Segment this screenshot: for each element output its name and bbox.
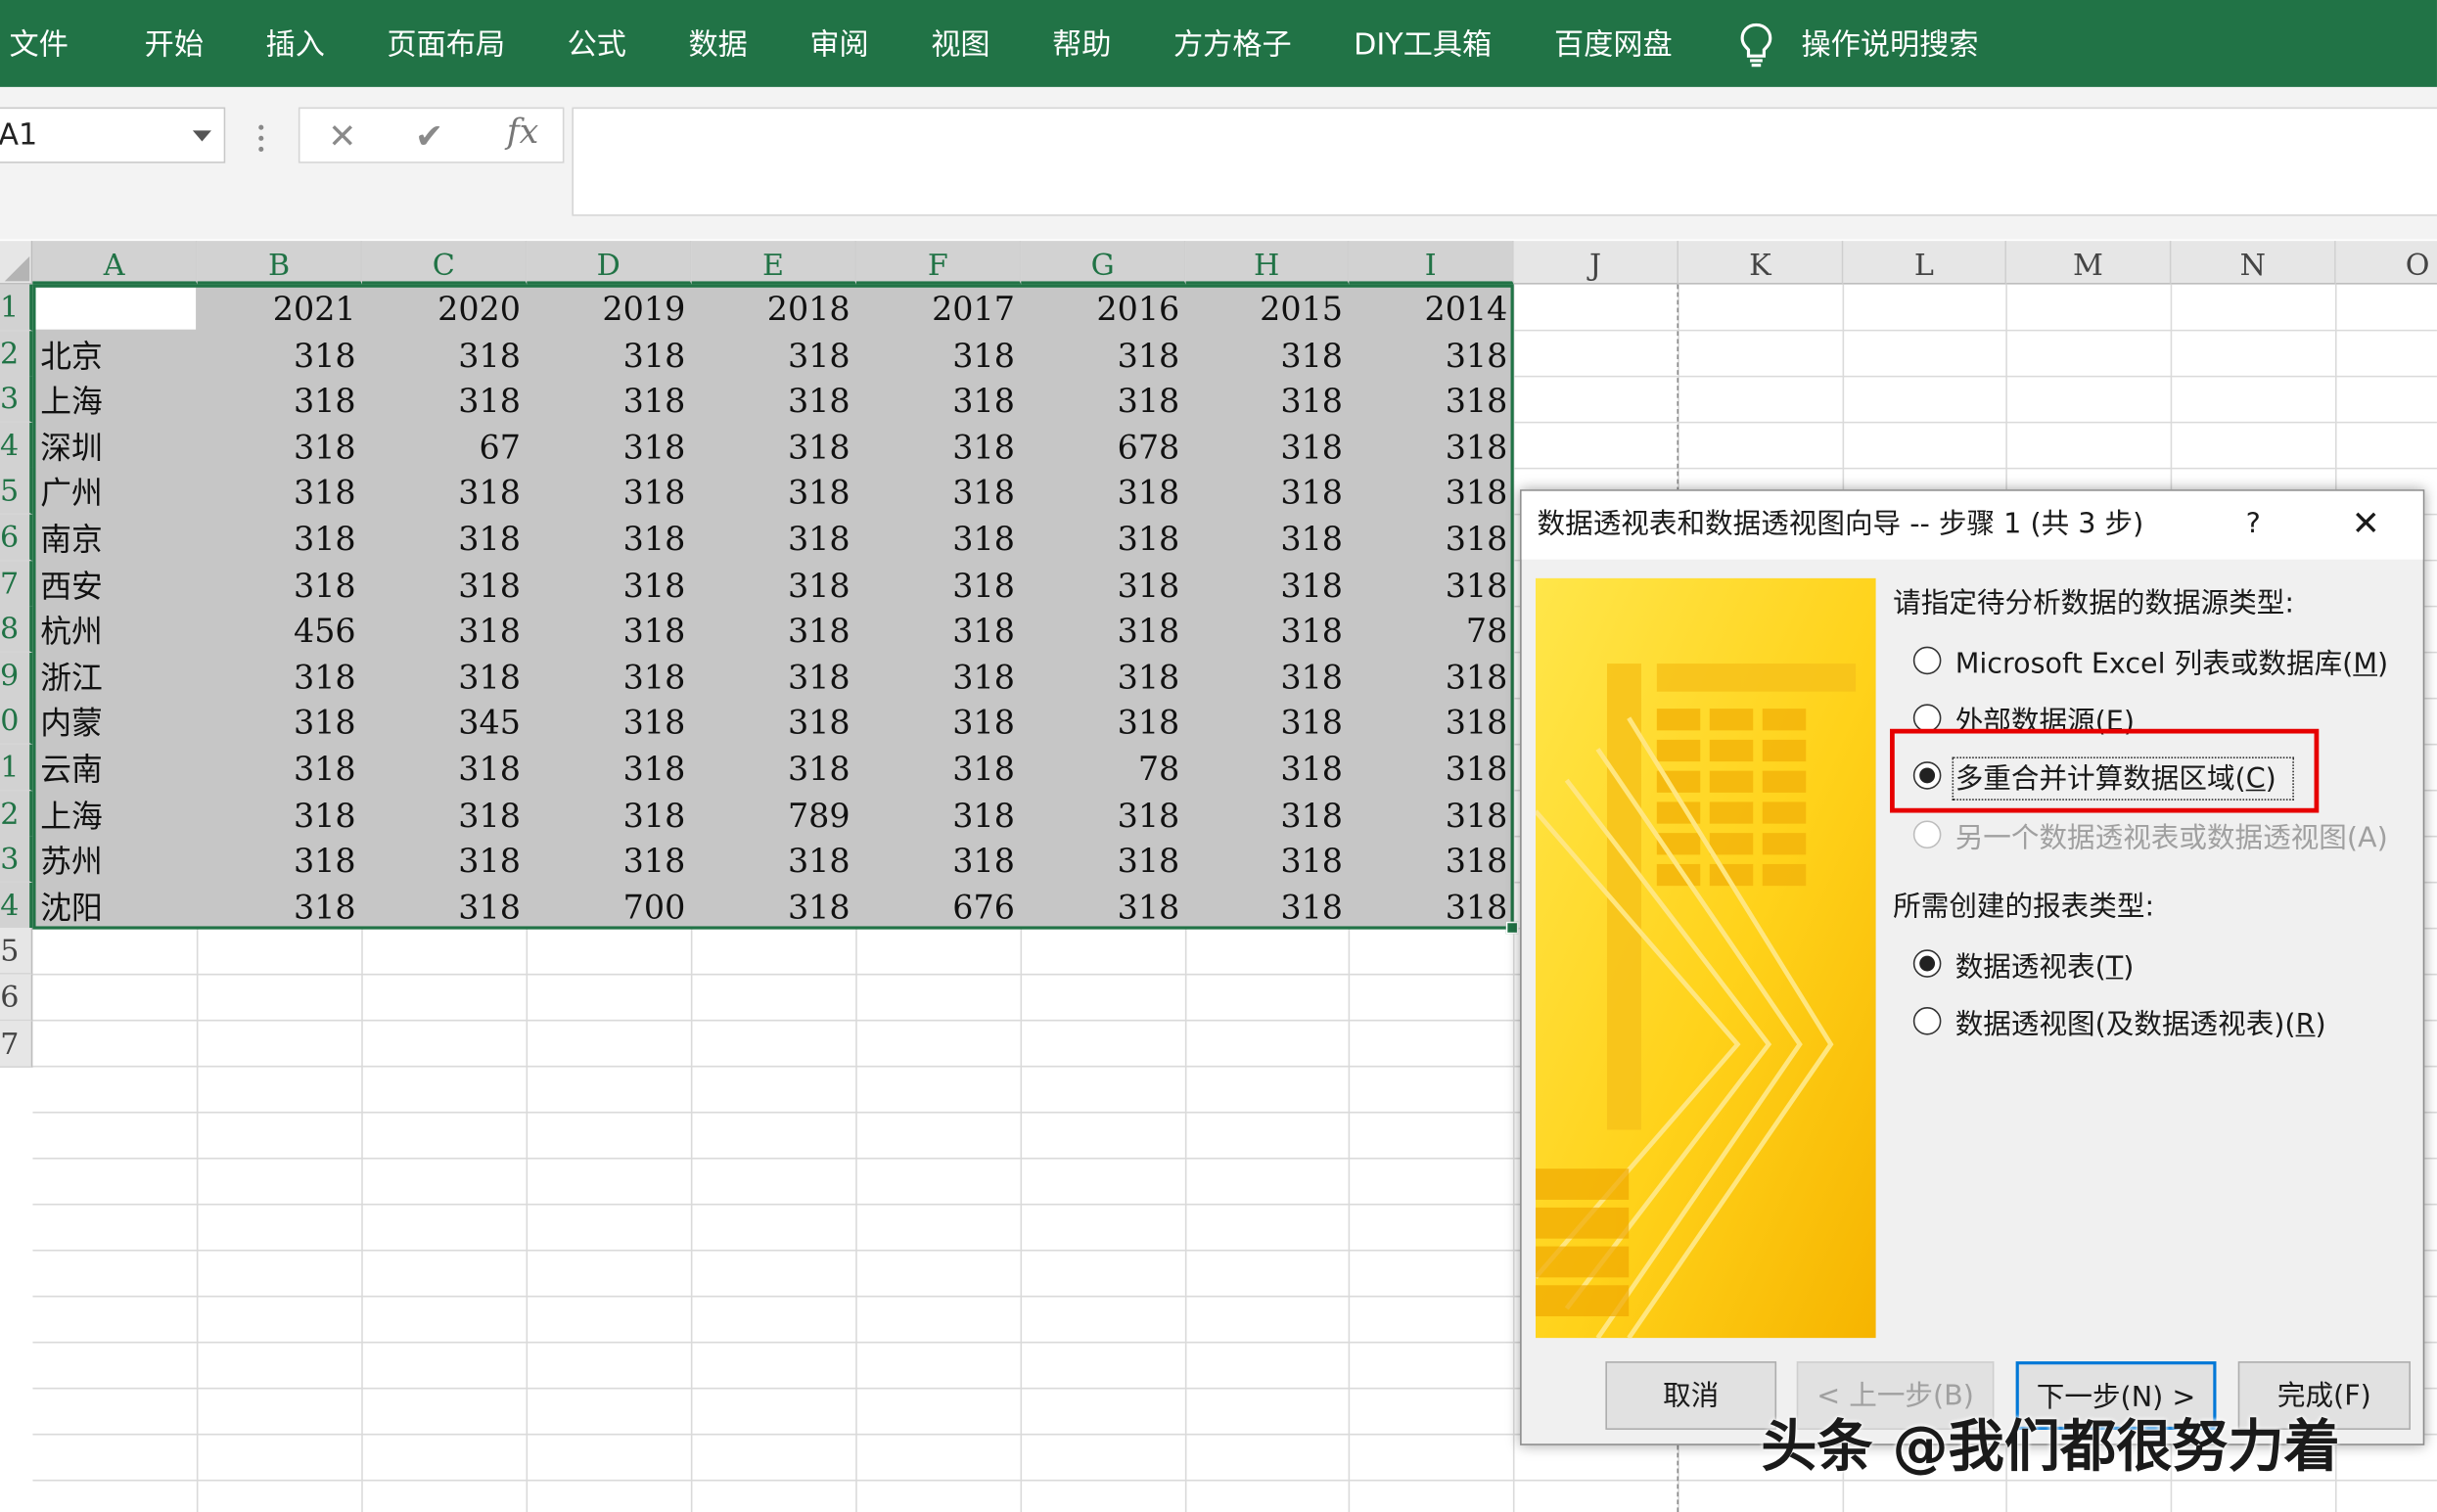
column-header-k[interactable]: K: [1678, 241, 1844, 285]
watermark-text: 头条 @我们都很努力着: [1761, 1415, 2340, 1480]
column-header-f[interactable]: F: [855, 241, 1022, 285]
row-header-7[interactable]: 7: [0, 560, 33, 608]
close-icon[interactable]: ✕: [2352, 491, 2380, 560]
row-header-17[interactable]: 17: [0, 1020, 33, 1068]
name-box-value: A1: [0, 117, 38, 153]
row-header-5[interactable]: 5: [0, 468, 33, 516]
radio-excel-list[interactable]: [1912, 646, 1942, 675]
excel-window: 文件 开始 插入 页面布局 公式 数据 审阅 视图 帮助 方方格子 DIY工具箱…: [0, 0, 2437, 1512]
tab-baidu-netdisk[interactable]: 百度网盘: [1554, 0, 1673, 87]
row-header-15[interactable]: 15: [0, 928, 33, 976]
column-header-m[interactable]: M: [2006, 241, 2172, 285]
cancel-icon[interactable]: ✕: [328, 118, 356, 158]
cancel-button[interactable]: 取消: [1605, 1361, 1777, 1430]
highlight-box: [1890, 728, 2320, 813]
option-pivot-chart-label[interactable]: 数据透视图(及数据透视表)(R): [1955, 1002, 2326, 1042]
option-excel-list-label[interactable]: Microsoft Excel 列表或数据库(M): [1955, 642, 2388, 682]
row-header-2[interactable]: 2: [0, 330, 33, 378]
row-header-12[interactable]: 12: [0, 790, 33, 838]
formula-buttons: ✕ ✔ fx: [298, 107, 565, 163]
enter-check-icon[interactable]: ✔: [415, 118, 443, 158]
column-header-d[interactable]: D: [527, 241, 692, 285]
column-header-c[interactable]: C: [362, 241, 528, 285]
radio-pivot-chart[interactable]: [1912, 1007, 1942, 1035]
tab-data[interactable]: 数据: [688, 0, 747, 87]
wizard-illustration: [1535, 577, 1876, 1339]
formula-input[interactable]: [572, 107, 2437, 216]
column-header-o[interactable]: O: [2335, 241, 2437, 285]
vertical-dots-icon[interactable]: [254, 121, 267, 156]
row-header-1[interactable]: 1: [0, 284, 33, 332]
tab-insert[interactable]: 插入: [266, 0, 325, 87]
formula-bar: A1 ✕ ✔ fx: [0, 86, 2437, 240]
row-header-16[interactable]: 16: [0, 974, 33, 1022]
tab-view[interactable]: 视图: [931, 0, 989, 87]
ribbon-menu-bar: 文件 开始 插入 页面布局 公式 数据 审阅 视图 帮助 方方格子 DIY工具箱…: [0, 0, 2437, 87]
row-header-11[interactable]: 11: [0, 744, 33, 792]
column-header-b[interactable]: B: [197, 241, 363, 285]
dialog-titlebar[interactable]: 数据透视表和数据透视图向导 -- 步骤 1 (共 3 步) ? ✕: [1521, 490, 2423, 560]
select-all-corner[interactable]: [0, 241, 33, 285]
fill-handle[interactable]: [1505, 921, 1519, 935]
column-header-h[interactable]: H: [1185, 241, 1350, 285]
column-header-g[interactable]: G: [1021, 241, 1186, 285]
tab-diy-toolbox[interactable]: DIY工具箱: [1354, 0, 1492, 87]
tab-fangfang-gezi[interactable]: 方方格子: [1173, 0, 1292, 87]
insert-function-icon[interactable]: fx: [507, 114, 539, 153]
help-icon[interactable]: ?: [2246, 491, 2261, 560]
option-pivot-table-label[interactable]: 数据透视表(T): [1955, 945, 2135, 985]
column-header-e[interactable]: E: [691, 241, 856, 285]
chevron-down-icon[interactable]: [192, 130, 211, 142]
option-another-pivot-label[interactable]: 另一个数据透视表或数据透视图(A): [1955, 816, 2388, 856]
dialog-title: 数据透视表和数据透视图向导 -- 步骤 1 (共 3 步): [1537, 508, 2144, 541]
row-header-3[interactable]: 3: [0, 376, 33, 424]
column-header-l[interactable]: L: [1843, 241, 2007, 285]
radio-pivot-table[interactable]: [1912, 949, 1942, 978]
pivot-wizard-dialog: 数据透视表和数据透视图向导 -- 步骤 1 (共 3 步) ? ✕ 请指定待分析…: [1520, 489, 2425, 1445]
row-header-14[interactable]: 14: [0, 882, 33, 930]
column-header-a[interactable]: A: [32, 241, 198, 285]
search-tell-me[interactable]: 操作说明搜索: [1801, 0, 1978, 87]
row-header-10[interactable]: 10: [0, 698, 33, 746]
row-header-9[interactable]: 9: [0, 652, 33, 700]
row-header-6[interactable]: 6: [0, 514, 33, 562]
column-header-i[interactable]: I: [1349, 241, 1514, 285]
radio-another-pivot[interactable]: [1912, 820, 1942, 849]
source-type-label: 请指定待分析数据的数据源类型:: [1893, 587, 2295, 620]
row-header-8[interactable]: 8: [0, 606, 33, 654]
tab-formulas[interactable]: 公式: [568, 0, 626, 87]
row-header-4[interactable]: 4: [0, 422, 33, 470]
report-type-label: 所需创建的报表类型:: [1893, 890, 2155, 924]
column-header-n[interactable]: N: [2171, 241, 2336, 285]
tab-review[interactable]: 审阅: [809, 0, 868, 87]
tab-page-layout[interactable]: 页面布局: [387, 0, 505, 87]
tab-home[interactable]: 开始: [145, 0, 204, 87]
selection-border: [32, 284, 1514, 930]
name-box[interactable]: A1: [0, 107, 226, 163]
tab-help[interactable]: 帮助: [1052, 0, 1111, 87]
tab-file[interactable]: 文件: [10, 0, 69, 87]
row-header-13[interactable]: 13: [0, 836, 33, 884]
lightbulb-icon[interactable]: [1737, 22, 1774, 69]
column-header-j[interactable]: J: [1513, 241, 1679, 285]
radio-external-source[interactable]: [1912, 704, 1942, 732]
